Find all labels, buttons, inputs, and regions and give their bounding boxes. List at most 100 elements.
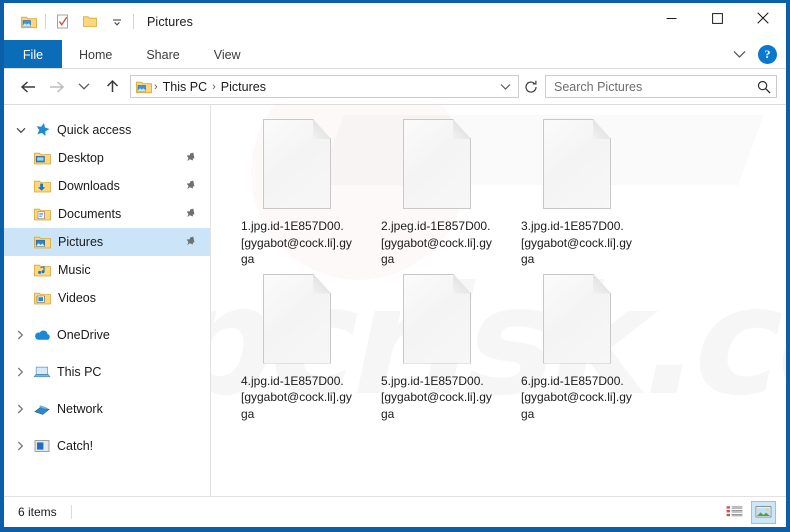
- status-divider: [70, 505, 72, 519]
- close-button[interactable]: [740, 3, 786, 33]
- help-button[interactable]: ?: [758, 45, 777, 64]
- pin-icon[interactable]: [186, 152, 197, 164]
- tab-view[interactable]: View: [197, 40, 258, 69]
- tab-share[interactable]: Share: [129, 40, 196, 69]
- tab-file[interactable]: File: [4, 40, 62, 69]
- item-count-label: 6 items: [18, 505, 57, 519]
- sidebar-item-catch[interactable]: Catch!: [4, 432, 210, 460]
- file-name: 4.jpg.id-1E857D00.[gygabot@cock.li].gyga: [241, 373, 352, 421]
- file-name: 1.jpg.id-1E857D00.[gygabot@cock.li].gyga: [241, 219, 352, 266]
- blank-document-icon[interactable]: [543, 119, 611, 209]
- chevron-right-icon[interactable]: [10, 321, 31, 349]
- breadcrumb-folder-icon[interactable]: [136, 80, 152, 94]
- file-item[interactable]: 2.jpeg.id-1E857D00.[gygabot@cock.li].gyg…: [367, 113, 507, 268]
- back-button[interactable]: [14, 74, 42, 100]
- sidebar-label: Videos: [58, 291, 96, 305]
- music-folder-icon: [31, 261, 53, 279]
- file-item[interactable]: 5.jpg.id-1E857D00.[gygabot@cock.li].gyga: [367, 268, 507, 423]
- minimize-button[interactable]: [648, 3, 694, 33]
- star-icon: [31, 121, 53, 139]
- forward-button[interactable]: [42, 74, 70, 100]
- sidebar-item-downloads[interactable]: Downloads: [4, 172, 210, 200]
- title-divider: [133, 14, 134, 29]
- sidebar-item-videos[interactable]: Videos: [4, 284, 210, 312]
- breadcrumb-pictures[interactable]: Pictures: [217, 80, 270, 94]
- sidebar-label: OneDrive: [57, 328, 110, 342]
- sidebar-item-documents[interactable]: Documents: [4, 200, 210, 228]
- blank-document-icon[interactable]: [403, 119, 471, 209]
- file-item[interactable]: 1.jpg.id-1E857D00.[gygabot@cock.li].gyga: [227, 113, 367, 268]
- address-bar: › This PC › Pictures Search Pictures: [4, 69, 786, 104]
- file-name: 3.jpg.id-1E857D00.[gygabot@cock.li].gyga: [521, 219, 632, 266]
- file-name: 5.jpg.id-1E857D00.[gygabot@cock.li].gyga: [381, 373, 492, 421]
- blank-document-icon[interactable]: [263, 119, 331, 209]
- file-item[interactable]: 3.jpg.id-1E857D00.[gygabot@cock.li].gyga: [507, 113, 647, 268]
- sidebar-item-music[interactable]: Music: [4, 256, 210, 284]
- chevron-down-icon[interactable]: [10, 116, 31, 144]
- onedrive-icon: [31, 326, 53, 344]
- customize-dropdown-icon[interactable]: [103, 10, 130, 34]
- blank-document-icon[interactable]: [403, 273, 471, 364]
- sidebar-label: Downloads: [58, 179, 120, 193]
- sidebar-label: Quick access: [57, 123, 132, 137]
- desktop-folder-icon: [31, 149, 53, 167]
- pin-icon[interactable]: [186, 180, 197, 192]
- sidebar-label: Desktop: [58, 151, 104, 165]
- sidebar-item-onedrive[interactable]: OneDrive: [4, 321, 210, 349]
- sidebar-item-pictures[interactable]: Pictures: [4, 228, 210, 256]
- documents-folder-icon: [31, 205, 53, 223]
- navigation-pane[interactable]: Quick access Desktop Downloads Documents…: [4, 105, 211, 496]
- sidebar-item-desktop[interactable]: Desktop: [4, 144, 210, 172]
- chevron-right-icon[interactable]: [10, 358, 31, 386]
- breadcrumb-this-pc[interactable]: This PC: [159, 80, 211, 94]
- window-controls: [648, 3, 786, 33]
- pictures-folder-icon[interactable]: [15, 10, 42, 34]
- ribbon-tab-bar: File Home Share View ?: [4, 40, 786, 69]
- file-list-view[interactable]: pcrisk.com 1.jpg.id-1E857D00.[gygabot@co…: [211, 105, 786, 496]
- chevron-down-icon[interactable]: [727, 44, 751, 66]
- maximize-button[interactable]: [694, 3, 740, 33]
- breadcrumb[interactable]: › This PC › Pictures: [130, 75, 519, 98]
- catch-icon: [31, 437, 53, 455]
- file-name: 2.jpeg.id-1E857D00.[gygabot@cock.li].gyg…: [381, 219, 492, 266]
- sidebar-label: Pictures: [58, 235, 104, 249]
- sidebar-group-quick-access[interactable]: Quick access: [4, 116, 210, 144]
- chevron-right-icon[interactable]: [10, 432, 31, 460]
- tab-home[interactable]: Home: [62, 40, 129, 69]
- chevron-right-icon[interactable]: [10, 395, 31, 423]
- file-name: 6.jpg.id-1E857D00.[gygabot@cock.li].gyga: [521, 373, 632, 421]
- quick-access-toolbar: [4, 10, 137, 34]
- window-title: Pictures: [147, 14, 193, 29]
- sidebar-label: Music: [58, 263, 91, 277]
- details-view-button[interactable]: [722, 501, 747, 524]
- up-button[interactable]: [98, 74, 126, 100]
- pin-icon[interactable]: [186, 236, 197, 248]
- large-icons-view-button[interactable]: [751, 500, 776, 524]
- status-bar: 6 items: [4, 496, 786, 527]
- breadcrumb-dropdown-icon[interactable]: [495, 76, 515, 97]
- new-folder-icon[interactable]: [76, 10, 103, 34]
- search-input[interactable]: Search Pictures: [545, 75, 777, 98]
- properties-icon[interactable]: [49, 10, 76, 34]
- network-icon: [31, 400, 53, 418]
- downloads-folder-icon: [31, 177, 53, 195]
- file-item[interactable]: 4.jpg.id-1E857D00.[gygabot@cock.li].gyga: [227, 268, 367, 423]
- search-icon[interactable]: [757, 80, 771, 94]
- this-pc-icon: [31, 363, 53, 381]
- blank-document-icon[interactable]: [263, 273, 331, 364]
- sidebar-label: Network: [57, 402, 103, 416]
- blank-document-icon[interactable]: [543, 273, 611, 364]
- sidebar-item-this-pc[interactable]: This PC: [4, 358, 210, 386]
- sidebar-label: Documents: [58, 207, 122, 221]
- file-item[interactable]: 6.jpg.id-1E857D00.[gygabot@cock.li].gyga: [507, 268, 647, 423]
- pictures-folder-icon: [31, 233, 53, 251]
- title-bar: Pictures: [4, 3, 786, 40]
- sidebar-label: Catch!: [57, 439, 94, 453]
- view-mode-buttons: [722, 500, 786, 524]
- pin-icon[interactable]: [186, 208, 197, 220]
- refresh-button[interactable]: [519, 75, 543, 98]
- recent-locations-button[interactable]: [70, 74, 98, 100]
- sidebar-item-network[interactable]: Network: [4, 395, 210, 423]
- toolbar-divider: [45, 14, 46, 29]
- file-grid: 1.jpg.id-1E857D00.[gygabot@cock.li].gyga…: [211, 105, 786, 422]
